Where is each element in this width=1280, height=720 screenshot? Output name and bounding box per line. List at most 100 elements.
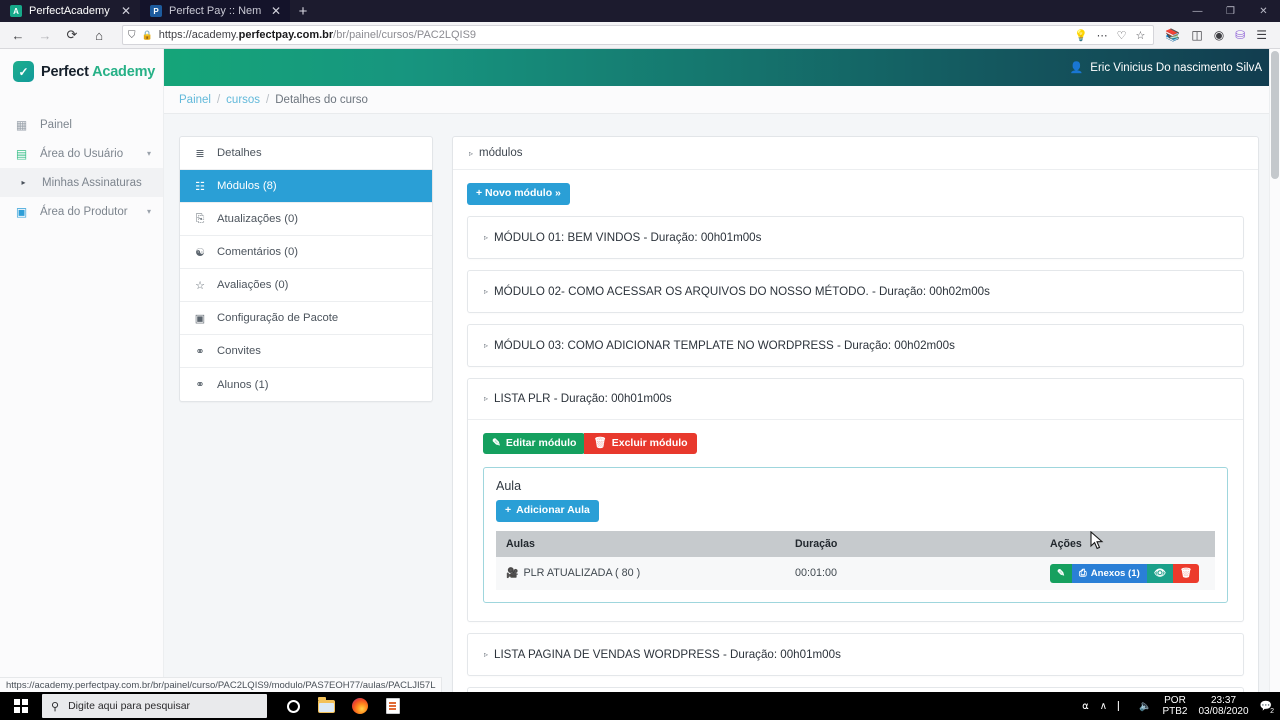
url-domain: perfectpay.com.br bbox=[238, 29, 334, 41]
module-card[interactable]: ▹ MÓDULO 01: BEM VINDOS - Duração: 00h01… bbox=[467, 215, 1244, 259]
maximize-icon[interactable]: ❐ bbox=[1214, 0, 1247, 22]
attachment-icon: ⎙ bbox=[1079, 567, 1087, 579]
sidebar-item-painel[interactable]: ▦ Painel bbox=[0, 110, 163, 139]
url-bar[interactable]: ⛉ 🔒 https://academy.perfectpay.com.br/br… bbox=[122, 25, 1155, 45]
brand-accent: Academy bbox=[92, 63, 156, 80]
clock[interactable]: 23:37 03/08/2020 bbox=[1198, 695, 1248, 718]
column-header-acoes: Ações bbox=[1040, 530, 1215, 557]
aula-actions-cell: ✎ ⎙ Anexos (1) 👁 🗑 bbox=[1040, 556, 1215, 591]
chevron-up-icon[interactable]: ∧ bbox=[1100, 701, 1107, 712]
start-button[interactable] bbox=[0, 692, 42, 720]
user-name: Eric Vinicius Do nascimento SilvA bbox=[1090, 61, 1262, 74]
module-card-header[interactable]: ▹ MÓDULO 01: BEM VINDOS - Duração: 00h01… bbox=[468, 217, 1243, 258]
pen-icon[interactable]: ⍺ bbox=[1082, 701, 1089, 712]
course-nav-atualizacoes[interactable]: ⎘ Atualizações (0) bbox=[180, 203, 432, 236]
language-indicator[interactable]: POR PTB2 bbox=[1162, 695, 1187, 718]
sidebar-item-minhas-assinaturas[interactable]: ▸ Minhas Assinaturas bbox=[0, 168, 163, 197]
new-tab-button[interactable]: + bbox=[290, 0, 316, 22]
add-aula-label: Adicionar Aula bbox=[516, 504, 590, 517]
taskbar-app-icons bbox=[277, 692, 409, 720]
sidebar-icon[interactable]: ◫ bbox=[1191, 28, 1202, 42]
course-nav-label: Atualizações (0) bbox=[217, 213, 298, 225]
hamburger-menu-icon[interactable]: ☰ bbox=[1256, 28, 1267, 42]
lightbulb-icon[interactable]: 💡 bbox=[1074, 29, 1088, 42]
module-card[interactable]: ▹ MÓDULO 03: COMO ADICIONAR TEMPLATE NO … bbox=[467, 323, 1244, 367]
plus-icon: + bbox=[505, 504, 512, 517]
course-nav-configuracao-de-pacote[interactable]: ▣ Configuração de Pacote bbox=[180, 302, 432, 335]
brand-logo[interactable]: ✓ Perfect Academy bbox=[0, 49, 163, 94]
forward-icon[interactable]: → bbox=[32, 24, 58, 46]
edit-module-button[interactable]: ✎ Editar módulo bbox=[483, 432, 586, 455]
delete-module-button[interactable]: 🗑 Excluir módulo bbox=[584, 432, 697, 455]
taskbar-search-input[interactable]: ⚲ Digite aqui para pesquisar bbox=[42, 694, 267, 718]
course-nav-modulos[interactable]: ☷ Módulos (8) bbox=[180, 170, 432, 203]
close-window-icon[interactable]: ✕ bbox=[1247, 0, 1280, 22]
pocket-icon[interactable]: ♡ bbox=[1117, 29, 1127, 42]
course-nav-convites[interactable]: ⚭ Convites bbox=[180, 335, 432, 368]
video-camera-icon: 🎥 bbox=[506, 568, 519, 580]
scrollbar-thumb[interactable] bbox=[1271, 51, 1279, 179]
breadcrumb-painel[interactable]: Painel bbox=[179, 94, 211, 106]
document-icon[interactable] bbox=[376, 692, 409, 720]
delete-aula-button[interactable]: 🗑 bbox=[1172, 563, 1200, 584]
course-nav-alunos[interactable]: ⚭ Alunos (1) bbox=[180, 368, 432, 401]
windows-logo-icon bbox=[14, 699, 28, 713]
close-icon[interactable]: ✕ bbox=[121, 5, 131, 17]
page-scrollbar[interactable] bbox=[1269, 49, 1280, 692]
anexos-button[interactable]: ⎙ Anexos (1) bbox=[1072, 563, 1147, 584]
firefox-icon[interactable] bbox=[343, 692, 376, 720]
module-card-header[interactable]: ▹ LISTA PAGINA DE VENDAS WORDPRESS - Dur… bbox=[468, 634, 1243, 675]
back-icon[interactable]: ← bbox=[5, 24, 31, 46]
edit-aula-button[interactable]: ✎ bbox=[1050, 563, 1073, 584]
add-aula-button[interactable]: + Adicionar Aula bbox=[496, 500, 599, 522]
modules-panel-header: ▹ módulos bbox=[453, 137, 1258, 170]
pencil-icon: ✎ bbox=[492, 436, 501, 449]
module-card-header[interactable]: ▹ LISTA PLR - Duração: 00h01m00s bbox=[468, 379, 1243, 420]
lang-line2: PTB2 bbox=[1162, 706, 1188, 717]
cortana-icon[interactable] bbox=[277, 692, 310, 720]
module-card-header[interactable]: ▹ MÓDULO 03: COMO ADICIONAR TEMPLATE NO … bbox=[468, 325, 1243, 366]
module-card[interactable]: ▹ LISTA PAGINA DE VENDAS WORDPRESS - Dur… bbox=[467, 633, 1244, 677]
file-explorer-icon[interactable] bbox=[310, 692, 343, 720]
course-nav-label: Comentários (0) bbox=[217, 246, 298, 258]
minimize-icon[interactable]: — bbox=[1181, 0, 1214, 22]
user-menu[interactable]: 👤 Eric Vinicius Do nascimento SilvA bbox=[1070, 61, 1262, 75]
url-path: /br/painel/cursos/PAC2LQIS9 bbox=[333, 29, 477, 41]
ellipsis-icon[interactable]: ⋯ bbox=[1097, 29, 1108, 42]
grid-icon: ▦ bbox=[15, 117, 28, 132]
new-module-button[interactable]: + Novo módulo » bbox=[467, 183, 570, 205]
module-card-header[interactable]: ▹ MÓDULO 02- COMO ACESSAR OS ARQUIVOS DO… bbox=[468, 271, 1243, 312]
browser-tab-inactive[interactable]: P Perfect Pay :: Nem sempre o fo ✕ bbox=[140, 0, 290, 22]
course-nav-avaliacoes[interactable]: ☆ Avaliações (0) bbox=[180, 269, 432, 302]
volume-icon[interactable]: 🔈 bbox=[1139, 701, 1151, 712]
bookmark-star-icon[interactable]: ☆ bbox=[1136, 29, 1146, 42]
course-nav-comentarios[interactable]: ☯ Comentários (0) bbox=[180, 236, 432, 269]
breadcrumb-cursos[interactable]: cursos bbox=[226, 94, 260, 106]
course-nav-label: Módulos (8) bbox=[217, 180, 277, 192]
module-card[interactable]: ▹ MÓDULO 02- COMO ACESSAR OS ARQUIVOS DO… bbox=[467, 269, 1244, 313]
sidebar-item-area-do-produtor[interactable]: ▣ Área do Produtor ▾ bbox=[0, 197, 163, 226]
sidebar-item-label: Painel bbox=[40, 118, 72, 131]
account-icon[interactable]: ◉ bbox=[1214, 28, 1224, 42]
browser-tab-active[interactable]: A PerfectAcademy ✕ bbox=[0, 0, 140, 22]
sidebar-item-label: Minhas Assinaturas bbox=[42, 176, 142, 189]
url-text: https://academy.perfectpay.com.br/br/pai… bbox=[159, 29, 1068, 41]
breadcrumb: Painel / cursos / Detalhes do curso bbox=[164, 86, 1280, 114]
close-icon[interactable]: ✕ bbox=[271, 5, 281, 17]
course-nav-detalhes[interactable]: ≣ Detalhes bbox=[180, 137, 432, 170]
browser-navbar: ← → ⟳ ⌂ ⛉ 🔒 https://academy.perfectpay.c… bbox=[0, 22, 1280, 49]
notification-badge: 2 bbox=[1269, 707, 1275, 715]
containers-icon[interactable]: ⛁ bbox=[1235, 28, 1245, 42]
lang-line1: POR bbox=[1164, 694, 1186, 706]
sitemap-icon: ☷ bbox=[195, 180, 205, 193]
file-icon: ⎘ bbox=[195, 212, 205, 225]
reload-icon[interactable]: ⟳ bbox=[59, 24, 85, 46]
home-icon[interactable]: ⌂ bbox=[86, 24, 112, 46]
network-icon[interactable]: ⎸ bbox=[1118, 701, 1128, 712]
library-icon[interactable]: 📚 bbox=[1165, 28, 1180, 42]
academy-favicon: A bbox=[10, 5, 22, 17]
aula-duration-cell: 00:01:00 bbox=[785, 556, 1040, 591]
sidebar-item-area-do-usuario[interactable]: ▤ Área do Usuário ▾ bbox=[0, 139, 163, 168]
notifications-icon[interactable]: 💬 2 bbox=[1260, 701, 1275, 715]
view-aula-button[interactable]: 👁 bbox=[1146, 563, 1173, 584]
